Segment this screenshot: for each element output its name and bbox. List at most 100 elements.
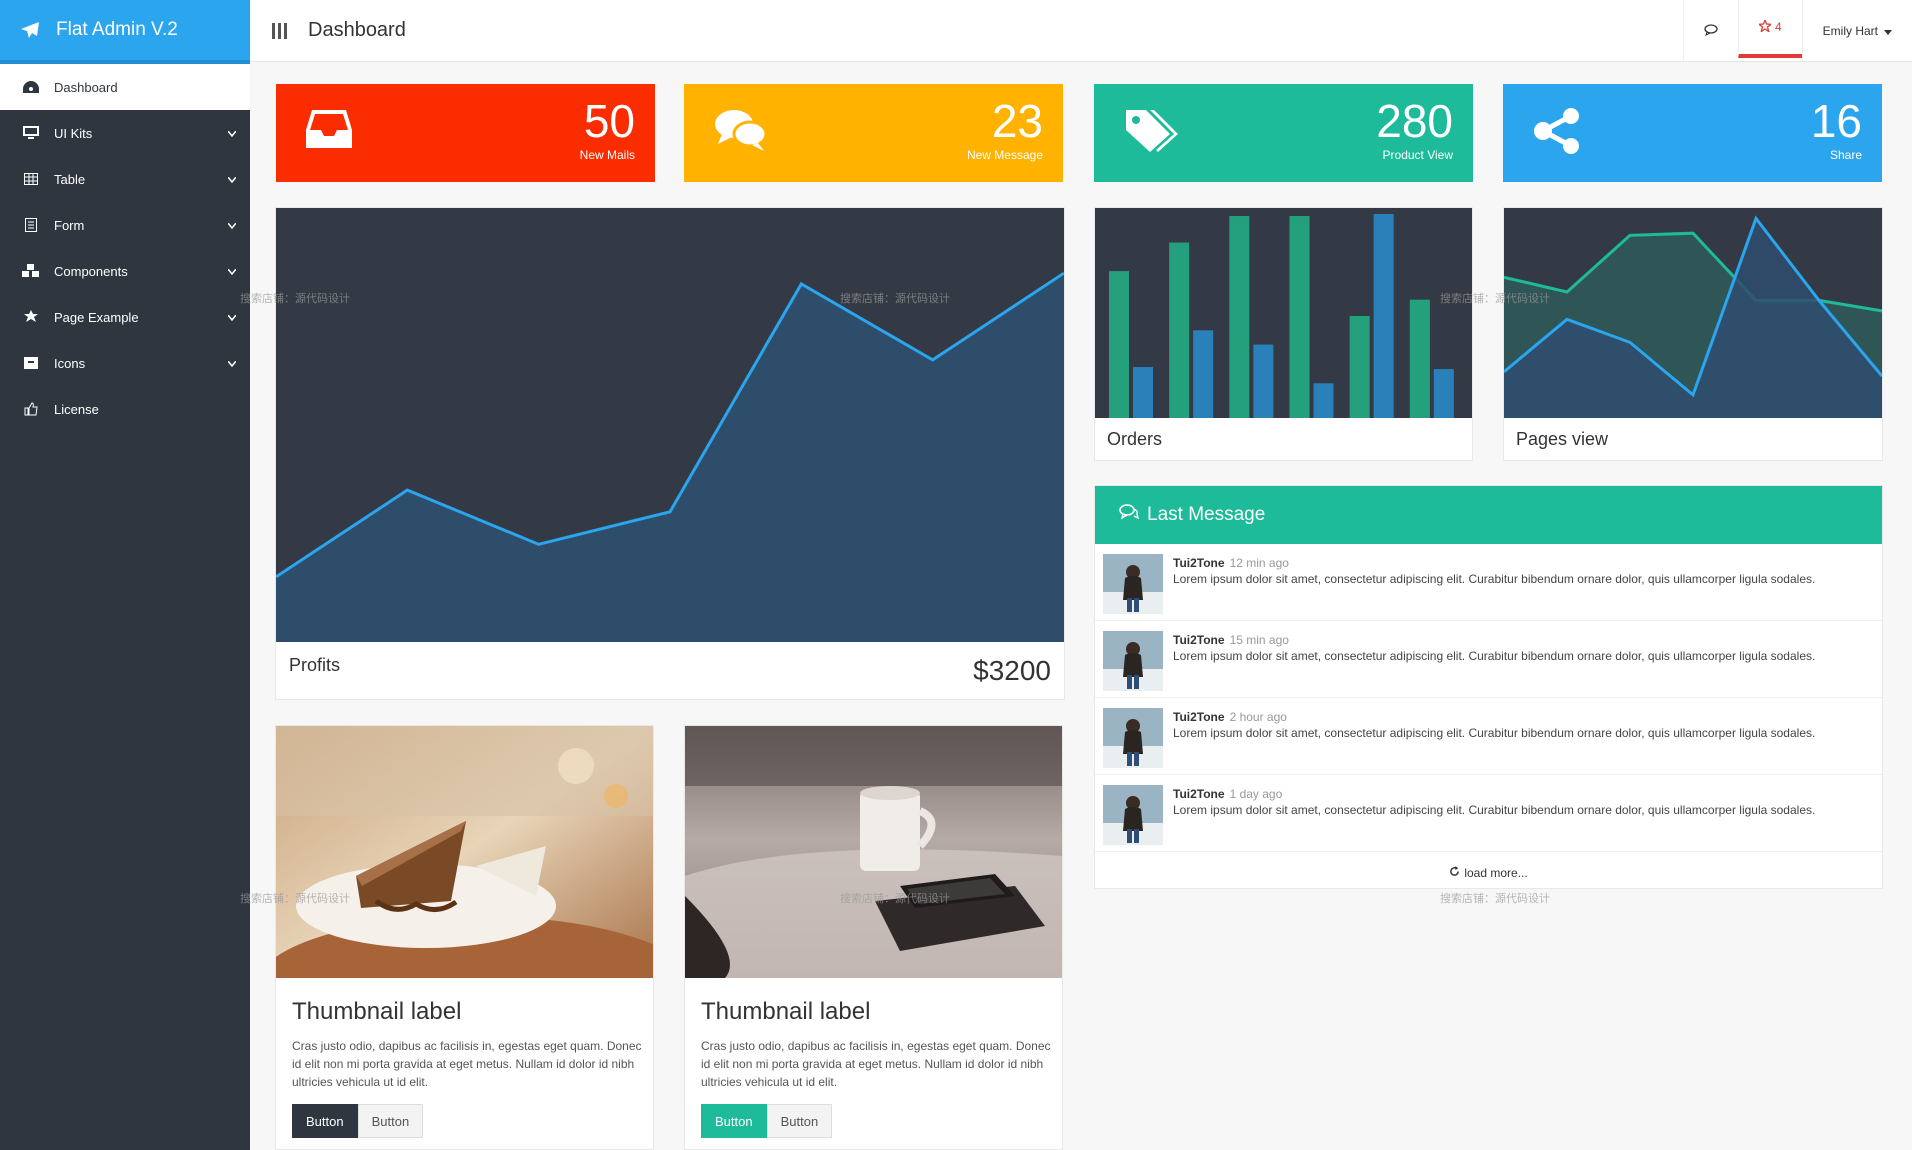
sidebar-menu: Dashboard UI Kits Table Form Components … [0, 64, 250, 432]
stat-card-messages[interactable]: 23 New Message [684, 84, 1063, 182]
stat-value: 50 [583, 95, 635, 147]
message-author: Tui2Tone 2 hour ago [1173, 710, 1287, 724]
message-item[interactable]: Tui2Tone 2 hour ago Lorem ipsum dolor sit … [1095, 698, 1882, 775]
share-icon [1533, 108, 1585, 158]
page-title: Dashboard [308, 19, 406, 41]
bar [1409, 299, 1430, 418]
message-text: Lorem ipsum dolor sit amet, consectetur … [1173, 803, 1816, 817]
bar [1133, 367, 1153, 418]
form-icon [22, 216, 40, 234]
tags-icon [1124, 108, 1178, 158]
message-item[interactable]: Tui2Tone 15 min ago Lorem ipsum dolor sit … [1095, 621, 1882, 698]
brand[interactable]: Flat Admin V.2 [0, 0, 250, 64]
sidebar-item-label: Dashboard [54, 79, 118, 95]
thumbnail-title: Thumbnail label [701, 998, 871, 1025]
secondary-button[interactable]: Button [357, 1104, 424, 1138]
chevron-down-icon [227, 125, 237, 140]
refresh-icon [1449, 866, 1460, 880]
bar [1289, 216, 1310, 418]
user-menu[interactable]: Emily Hart [1801, 0, 1912, 62]
last-message-panel: Last Message Tui2Tone 12 min ago Lorem ips… [1094, 485, 1883, 889]
message-text: Lorem ipsum dolor sit amet, consectetur … [1173, 572, 1816, 586]
notifications-count: 4 [1774, 20, 1782, 34]
secondary-button[interactable]: Button [766, 1104, 833, 1138]
sidebar-item-components[interactable]: Components [0, 248, 250, 294]
thumbnail-text: Cras justo odio, dapibus ac facilisis in… [292, 1039, 642, 1089]
message-author: Tui2Tone 15 min ago [1173, 633, 1289, 647]
message-text: Lorem ipsum dolor sit amet, consectetur … [1173, 649, 1816, 663]
topbar-actions: 4 Emily Hart [1682, 0, 1912, 62]
profits-chart [276, 208, 1064, 642]
message-time: 1 day ago [1229, 787, 1283, 801]
sidebar-item-form[interactable]: Form [0, 202, 250, 248]
stat-value: 23 [991, 95, 1043, 147]
user-name: Emily Hart [1822, 24, 1878, 38]
watermark: 搜索店铺：源代码设计 [240, 893, 350, 905]
stat-card-share[interactable]: 16 Share [1503, 84, 1882, 182]
orders-label: Orders [1107, 429, 1163, 449]
avatar [1103, 554, 1163, 614]
chevron-down-icon [227, 217, 237, 232]
primary-button[interactable]: Button [292, 1104, 358, 1138]
bar [1253, 344, 1274, 418]
avatar [1103, 785, 1163, 845]
primary-button[interactable]: Button [701, 1104, 767, 1138]
message-item[interactable]: Tui2Tone 12 min ago Lorem ipsum dolor sit … [1095, 544, 1882, 621]
bar [1349, 316, 1370, 418]
message-time: 12 min ago [1229, 556, 1289, 570]
avatar [1103, 708, 1163, 768]
bar [1313, 383, 1334, 418]
thumbnail-actions: Button Button [292, 1104, 424, 1138]
chevron-down-icon [227, 263, 237, 278]
watermark: 搜索店铺：源代码设计 [840, 293, 950, 305]
stat-label: Product View [1382, 148, 1453, 162]
sidebar-item-table[interactable]: Table [0, 156, 250, 202]
bar [1373, 214, 1394, 418]
message-time: 2 hour ago [1229, 710, 1287, 724]
sidebar-item-page-example[interactable]: Page Example [0, 294, 250, 340]
sidebar: Flat Admin V.2 Dashboard UI Kits Table F… [0, 0, 250, 1150]
thumbnail-card: Thumbnail label Cras justo odio, dapibus… [684, 725, 1063, 1150]
dashboard-icon [22, 78, 40, 96]
stat-card-mails[interactable]: 50 New Mails [276, 84, 655, 182]
message-item[interactable]: Tui2Tone 1 day ago Lorem ipsum dolor sit a… [1095, 775, 1882, 852]
table-icon [22, 170, 40, 188]
sidebar-item-icons[interactable]: Icons [0, 340, 250, 386]
thumbs-up-icon [22, 400, 40, 418]
pages-view-chart [1504, 208, 1882, 418]
watermark: 搜索店铺：源代码设计 [240, 293, 350, 305]
chevron-down-icon [227, 355, 237, 370]
bar [1433, 369, 1454, 418]
thumbnail-text: Cras justo odio, dapibus ac facilisis in… [701, 1039, 1051, 1089]
messages-button[interactable] [1682, 0, 1738, 62]
pages-view-panel: Pages view [1503, 207, 1883, 461]
bar [1169, 242, 1190, 418]
orders-panel: Orders [1094, 207, 1473, 461]
monitor-icon [22, 124, 40, 142]
sidebar-item-label: Page Example [54, 309, 139, 325]
cubes-icon [22, 262, 40, 280]
load-more-button[interactable]: load more... [1095, 858, 1882, 888]
cake-image [276, 726, 653, 978]
sidebar-item-label: Form [54, 217, 85, 233]
message-author: Tui2Tone 12 min ago [1173, 556, 1289, 570]
message-author-name: Tui2Tone [1173, 556, 1225, 570]
paper-plane-icon [20, 21, 44, 39]
sidebar-item-license[interactable]: License [0, 386, 250, 432]
thumbnail-card: Thumbnail label Cras justo odio, dapibus… [275, 725, 654, 1150]
menu-toggle-icon[interactable] [272, 22, 288, 39]
message-author-name: Tui2Tone [1173, 710, 1225, 724]
bar [1193, 330, 1214, 418]
stat-card-product-view[interactable]: 280 Product View [1094, 84, 1473, 182]
brand-title: Flat Admin V.2 [56, 19, 178, 40]
comments-icon [714, 108, 768, 158]
stat-label: New Mails [579, 148, 635, 162]
sidebar-item-ui-kits[interactable]: UI Kits [0, 110, 250, 156]
caret-down-icon [1884, 24, 1892, 38]
topbar: Dashboard 4 Emily Hart [250, 0, 1912, 62]
comment-icon [1704, 23, 1718, 39]
sidebar-item-dashboard[interactable]: Dashboard [0, 64, 250, 110]
message-time: 15 min ago [1229, 633, 1289, 647]
sidebar-item-label: Icons [54, 355, 86, 371]
notifications-button[interactable]: 4 [1737, 0, 1802, 58]
